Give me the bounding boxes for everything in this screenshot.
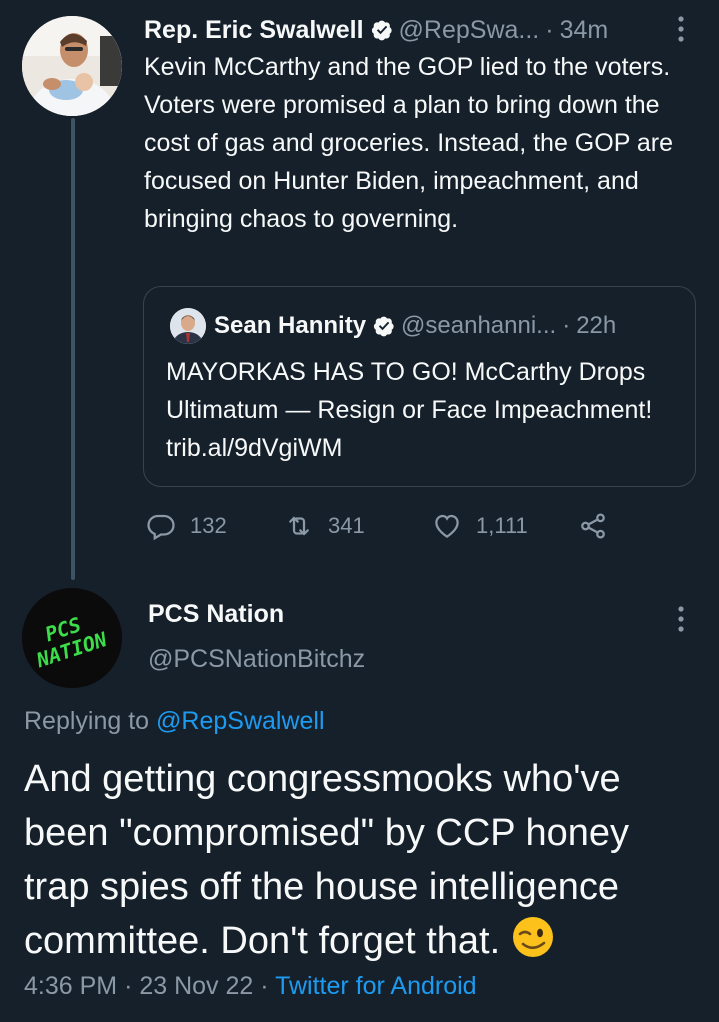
replying-to-line: Replying to @RepSwalwell: [24, 707, 325, 736]
separator: ·: [562, 312, 571, 339]
reply-icon: [147, 514, 175, 541]
more-options-icon[interactable]: [676, 604, 686, 639]
quoted-author-handle: @seanhanni...: [401, 312, 557, 339]
separator: ·: [545, 15, 554, 44]
quoted-tweet-card[interactable]: Sean Hannity @seanhanni... · 22h MAYORKA…: [143, 286, 696, 487]
reply-author-name[interactable]: PCS Nation: [148, 600, 284, 629]
reply-button[interactable]: 132: [146, 506, 227, 546]
reply-author-avatar[interactable]: PCS NATION: [22, 588, 122, 688]
author-handle[interactable]: @RepSwa...: [399, 16, 540, 45]
like-icon: [435, 514, 459, 538]
replying-to-link[interactable]: @RepSwalwell: [156, 707, 325, 735]
tweet-source-link[interactable]: Twitter for Android: [275, 972, 476, 1000]
separator: ·: [124, 972, 133, 1000]
thread-connector-line: [71, 118, 75, 580]
retweet-button[interactable]: 341: [284, 506, 365, 546]
tweet-text: Kevin McCarthy and the GOP lied to the v…: [144, 53, 674, 233]
separator: ·: [260, 972, 269, 1000]
quoted-author-name: Sean Hannity: [214, 312, 367, 339]
tweet-metadata: 4:36 PM · 23 Nov 22 · Twitter for Androi…: [24, 972, 477, 1001]
tweet-date[interactable]: 23 Nov 22: [139, 972, 253, 1000]
like-button[interactable]: 1,111: [432, 506, 528, 546]
retweet-count: 341: [328, 513, 365, 538]
share-button[interactable]: [578, 506, 622, 546]
like-count: 1,111: [476, 513, 528, 538]
replying-to-label: Replying to: [24, 707, 150, 735]
tweet-time[interactable]: 34m: [560, 16, 609, 45]
verified-badge-icon: [373, 316, 394, 337]
author-name[interactable]: Rep. Eric Swalwell: [144, 16, 364, 45]
quoted-author-avatar: [170, 308, 206, 344]
quoted-tweet-header: Sean Hannity @seanhanni... · 22h: [214, 307, 616, 345]
tweet-header: Rep. Eric Swalwell @RepSwa... · 34m: [144, 12, 704, 48]
tweet-action-bar: 132 341 1,111: [146, 506, 626, 546]
tweet-timestamp[interactable]: 4:36 PM: [24, 972, 117, 1000]
reply-tweet-text: And getting congressmooks who've been "c…: [24, 752, 704, 968]
quoted-tweet-text: MAYORKAS HAS TO GO! McCarthy Drops Ultim…: [166, 358, 653, 462]
wink-emoji-icon: [512, 917, 553, 957]
reply-count: 132: [190, 513, 227, 538]
verified-badge-icon: [371, 20, 392, 41]
author-avatar[interactable]: [22, 16, 122, 116]
share-icon: [581, 513, 605, 539]
retweet-icon: [289, 516, 309, 536]
more-options-icon[interactable]: [676, 14, 686, 49]
reply-author-handle[interactable]: @PCSNationBitchz: [148, 645, 365, 674]
quoted-tweet-time: 22h: [576, 312, 617, 339]
